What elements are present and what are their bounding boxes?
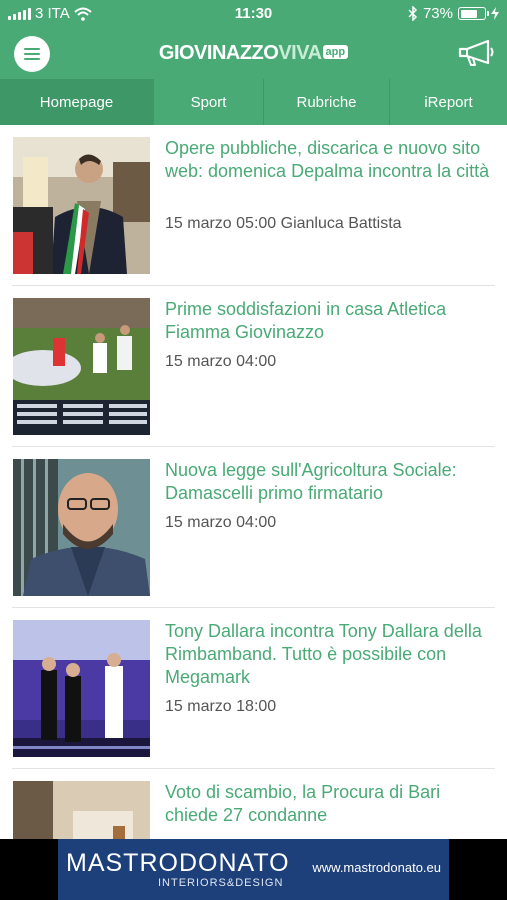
article-thumbnail[interactable] (13, 620, 150, 757)
article-item[interactable]: Nuova legge sull'Agricoltura Sociale: Da… (0, 447, 507, 608)
tab-ireport[interactable]: iReport (389, 79, 507, 125)
status-bar: 3 ITA 11:30 73% (0, 0, 507, 28)
charging-bolt-icon (491, 7, 499, 20)
article-title[interactable]: Nuova legge sull'Agricoltura Sociale: Da… (165, 459, 497, 505)
article-thumbnail[interactable] (13, 459, 150, 596)
megaphone-icon[interactable] (457, 38, 495, 68)
status-right: 73% (408, 5, 499, 22)
article-item[interactable]: Opere pubbliche, discarica e nuovo sito … (0, 125, 507, 286)
logo-badge: app (322, 45, 349, 59)
tab-homepage[interactable]: Homepage (0, 79, 153, 125)
article-meta: 15 marzo 18:00 (165, 698, 277, 715)
article-item[interactable]: Tony Dallara incontra Tony Dallara della… (0, 608, 507, 769)
battery-percent: 73% (422, 5, 453, 22)
category-tabs: Homepage Sport Rubriche iReport (0, 79, 507, 125)
tab-sport[interactable]: Sport (153, 79, 263, 125)
article-title[interactable]: Opere pubbliche, discarica e nuovo sito … (165, 137, 497, 183)
ad-brand: MASTRODONATO (66, 849, 290, 877)
article-title[interactable]: Prime soddisfazioni in casa Atletica Fia… (165, 298, 497, 344)
article-meta: 15 marzo 05:00 Gianluca Battista (165, 215, 402, 232)
bluetooth-icon (408, 6, 418, 21)
battery-icon (458, 7, 489, 20)
article-item[interactable]: Voto di scambio, la Procura di Bari chie… (0, 769, 507, 839)
ad-banner-content[interactable]: MASTRODONATO INTERIORS&DESIGN www.mastro… (58, 839, 449, 900)
article-item[interactable]: Prime soddisfazioni in casa Atletica Fia… (0, 286, 507, 447)
ad-banner[interactable]: MASTRODONATO INTERIORS&DESIGN www.mastro… (0, 839, 507, 900)
article-thumbnail[interactable] (13, 137, 150, 274)
ad-subtitle: INTERIORS&DESIGN (158, 877, 284, 889)
logo-text-main: GIOVINAZZO (158, 42, 279, 64)
article-thumbnail[interactable] (13, 781, 150, 839)
tab-rubriche[interactable]: Rubriche (263, 79, 389, 125)
article-thumbnail[interactable] (13, 298, 150, 435)
battery-fill (460, 9, 477, 18)
article-meta: 15 marzo 04:00 (165, 353, 277, 370)
article-title[interactable]: Voto di scambio, la Procura di Bari chie… (165, 781, 497, 827)
article-meta: 15 marzo 04:00 (165, 514, 277, 531)
logo-text-viva: VIVA (278, 42, 322, 64)
ad-url: www.mastrodonato.eu (312, 860, 441, 875)
app-logo: GIOVINAZZOVIVA app (0, 42, 507, 65)
app-header: GIOVINAZZOVIVA app (0, 28, 507, 79)
article-title[interactable]: Tony Dallara incontra Tony Dallara della… (165, 620, 497, 689)
article-list: Opere pubbliche, discarica e nuovo sito … (0, 125, 507, 839)
